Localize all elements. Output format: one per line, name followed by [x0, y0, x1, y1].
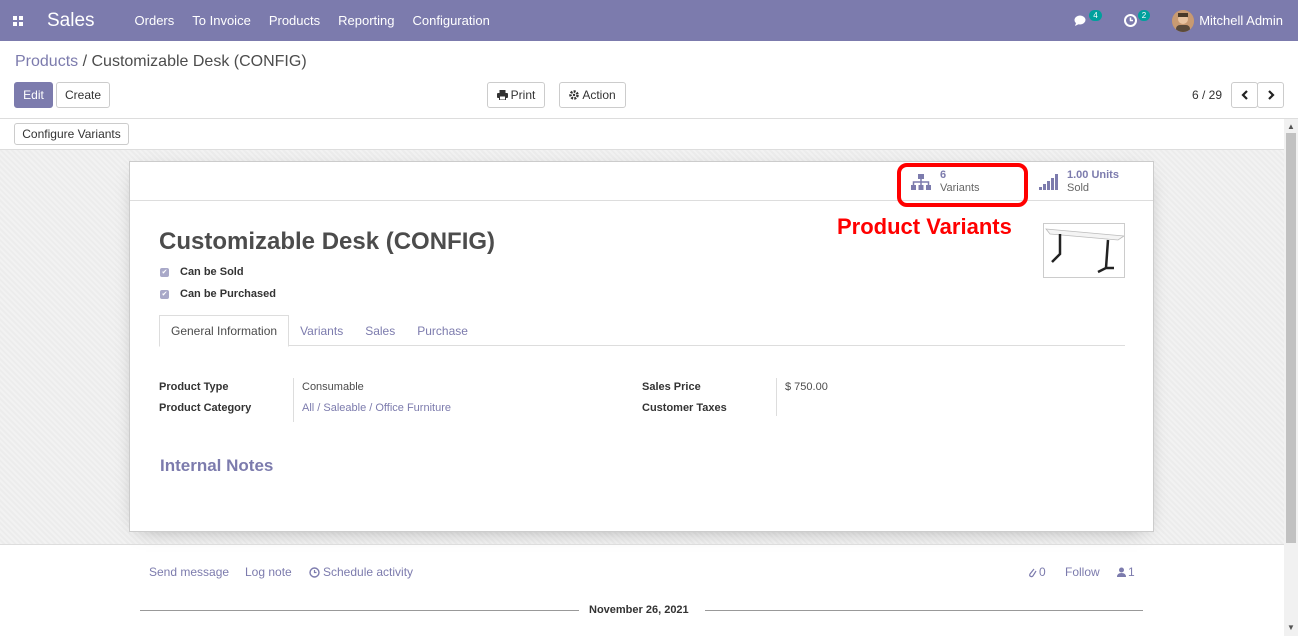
- followers-count: 1: [1128, 565, 1135, 579]
- attachments-button[interactable]: 0: [1028, 565, 1046, 579]
- edit-button[interactable]: Edit: [14, 82, 53, 108]
- tab-general-information[interactable]: General Information: [159, 315, 290, 347]
- annotation-label: Product Variants: [837, 214, 1012, 239]
- clock-icon: [1123, 14, 1137, 27]
- systray: 4 2 Mitchell Admin: [1074, 9, 1298, 32]
- product-category-link[interactable]: All / Saleable / Office Furniture: [302, 402, 451, 414]
- activities-badge: 2: [1137, 10, 1151, 21]
- messages-button[interactable]: 4: [1074, 10, 1102, 27]
- user-avatar-icon: [1172, 9, 1195, 32]
- can-be-purchased-checkbox[interactable]: ✔ Can be Purchased: [160, 288, 276, 300]
- chevron-left-icon: [1240, 90, 1248, 100]
- followers-button[interactable]: 1: [1117, 565, 1135, 579]
- field-divider: [293, 378, 294, 422]
- action-button[interactable]: Action: [559, 82, 626, 108]
- product-name: Customizable Desk (CONFIG): [159, 228, 496, 255]
- product-type-label: Product Type: [159, 381, 229, 393]
- apps-menu-icon[interactable]: [4, 0, 32, 41]
- form-status-bar: [0, 118, 1298, 150]
- breadcrumb-separator: /: [82, 53, 88, 70]
- date-separator-line: [140, 610, 579, 611]
- product-image[interactable]: [1043, 223, 1126, 278]
- can-be-sold-checkbox[interactable]: ✔ Can be Sold: [160, 266, 244, 278]
- attachments-count: 0: [1039, 565, 1046, 579]
- schedule-activity-label: Schedule activity: [323, 565, 414, 579]
- pager-previous-button[interactable]: [1231, 82, 1258, 108]
- app-name[interactable]: Sales: [47, 10, 95, 32]
- print-icon: [496, 90, 508, 100]
- scroll-thumb[interactable]: [1286, 133, 1296, 543]
- user-name[interactable]: Mitchell Admin: [1199, 13, 1283, 28]
- menu-to-invoice[interactable]: To Invoice: [192, 13, 251, 28]
- main-menu: Orders To Invoice Products Reporting Con…: [135, 13, 508, 28]
- customer-taxes-label: Customer Taxes: [642, 402, 727, 414]
- signal-icon: [1039, 173, 1058, 190]
- chatter-divider: [0, 544, 1284, 545]
- tab-purchase[interactable]: Purchase: [406, 315, 479, 346]
- can-be-purchased-label: Can be Purchased: [180, 288, 276, 300]
- configure-variants-button[interactable]: Configure Variants: [14, 123, 129, 145]
- product-type-value[interactable]: Consumable: [302, 381, 364, 393]
- product-category-label: Product Category: [159, 402, 252, 414]
- log-note-button[interactable]: Log note: [245, 565, 292, 579]
- can-be-sold-label: Can be Sold: [180, 266, 244, 278]
- activities-button[interactable]: 2: [1123, 10, 1151, 27]
- paperclip-icon: [1029, 568, 1037, 577]
- variants-highlight-box: [897, 163, 1028, 207]
- create-button[interactable]: Create: [56, 82, 110, 108]
- gear-icon: [569, 90, 580, 100]
- form-sheet: 6 Variants 1.00 Units Sold Product Varia…: [129, 161, 1154, 532]
- sales-price-value[interactable]: $ 750.00: [785, 381, 828, 393]
- date-separator-text: November 26, 2021: [589, 604, 689, 616]
- pager-next-button[interactable]: [1257, 82, 1284, 108]
- top-navbar: Sales Orders To Invoice Products Reporti…: [0, 0, 1298, 41]
- user-icon: [1117, 567, 1126, 577]
- desk-icon: [1045, 228, 1126, 274]
- action-label: Action: [582, 88, 616, 102]
- scroll-down-icon[interactable]: ▼: [1287, 623, 1295, 632]
- checkbox-checked-icon: ✔: [160, 267, 169, 277]
- print-label: Print: [510, 88, 536, 102]
- scroll-up-icon[interactable]: ▲: [1287, 122, 1295, 131]
- chevron-right-icon: [1267, 90, 1275, 100]
- avatar[interactable]: [1172, 9, 1195, 32]
- messages-badge: 4: [1089, 10, 1102, 21]
- date-separator: November 26, 2021: [140, 604, 1143, 618]
- menu-reporting[interactable]: Reporting: [338, 13, 394, 28]
- breadcrumb-current: Customizable Desk (CONFIG): [91, 53, 307, 70]
- follow-button[interactable]: Follow: [1065, 565, 1100, 579]
- breadcrumb: Products / Customizable Desk (CONFIG): [15, 53, 307, 71]
- menu-products[interactable]: Products: [269, 13, 320, 28]
- sold-count: 1.00 Units: [1067, 168, 1119, 181]
- menu-configuration[interactable]: Configuration: [413, 13, 490, 28]
- tab-sales[interactable]: Sales: [354, 315, 406, 346]
- checkbox-checked-icon: ✔: [160, 289, 169, 299]
- notebook-tabs: General Information Variants Sales Purch…: [159, 315, 1125, 347]
- schedule-activity-button[interactable]: Schedule activity: [309, 565, 413, 579]
- menu-orders[interactable]: Orders: [135, 13, 175, 28]
- tab-variants[interactable]: Variants: [289, 315, 354, 346]
- internal-notes-title: Internal Notes: [160, 456, 274, 475]
- clock-icon: [309, 566, 320, 578]
- chat-icon: [1074, 15, 1086, 26]
- print-button[interactable]: Print: [487, 82, 545, 108]
- pager-value[interactable]: 6 / 29: [1192, 88, 1222, 102]
- scrollbar[interactable]: ▲ ▼: [1284, 119, 1298, 636]
- sold-smart-button[interactable]: 1.00 Units Sold: [1039, 162, 1149, 201]
- send-message-button[interactable]: Send message: [149, 565, 229, 579]
- breadcrumb-products[interactable]: Products: [15, 53, 78, 70]
- sold-label: Sold: [1067, 181, 1090, 194]
- field-divider: [776, 378, 777, 416]
- sales-price-label: Sales Price: [642, 381, 701, 393]
- date-separator-line: [705, 610, 1143, 611]
